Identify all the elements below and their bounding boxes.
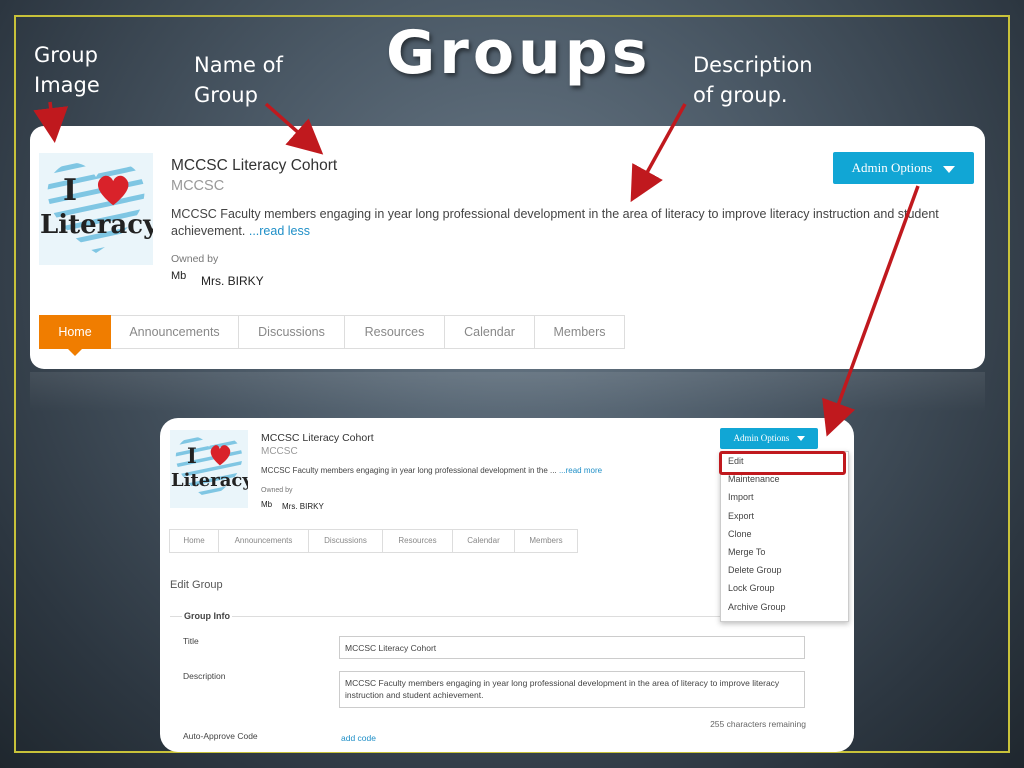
annotation-arrows xyxy=(33,101,920,437)
arrow-name-of-group xyxy=(264,102,324,155)
arrow-description xyxy=(630,103,687,203)
arrow-group-image xyxy=(33,101,69,143)
arrow-admin-options xyxy=(822,185,920,437)
